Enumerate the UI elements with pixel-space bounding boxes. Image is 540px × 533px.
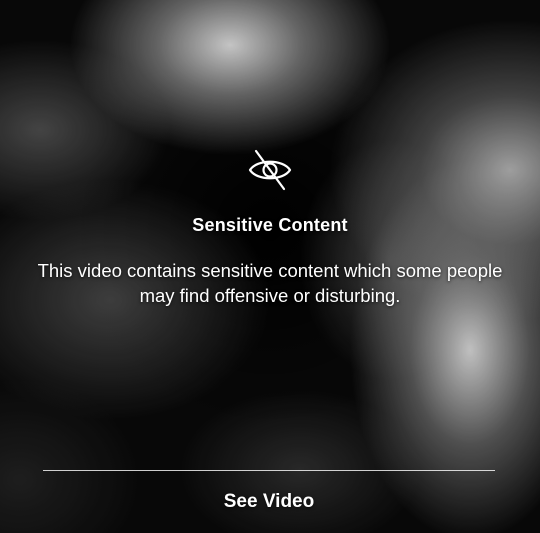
warning-message: This video contains sensitive content wh…	[37, 260, 503, 306]
warning-content: Sensitive Content This video contains se…	[0, 143, 540, 308]
eye-slash-icon	[244, 143, 296, 195]
see-video-button[interactable]: See Video	[43, 471, 495, 533]
warning-title: Sensitive Content	[192, 215, 348, 235]
sensitive-content-overlay: Sensitive Content This video contains se…	[0, 0, 540, 533]
